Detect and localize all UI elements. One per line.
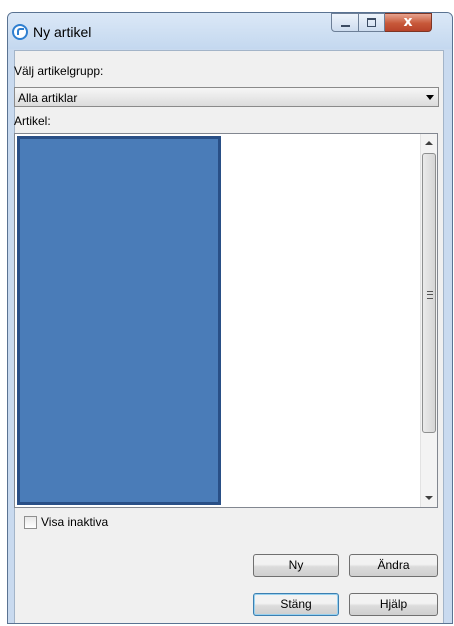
group-dropdown[interactable]: Alla artiklar — [14, 87, 439, 107]
dropdown-arrow-icon — [426, 95, 434, 100]
scroll-thumb[interactable] — [422, 153, 436, 433]
new-button[interactable]: Ny — [253, 554, 339, 577]
show-inactive-checkbox[interactable] — [24, 516, 37, 529]
edit-button[interactable]: Ändra — [349, 554, 438, 577]
maximize-icon[interactable] — [359, 13, 385, 32]
close-button[interactable]: Stäng — [253, 593, 339, 616]
grip-icon — [427, 291, 433, 299]
help-button[interactable]: Hjälp — [349, 593, 438, 616]
scroll-up-icon[interactable] — [425, 141, 433, 145]
title-bar[interactable]: Ny artikel x — [8, 13, 452, 49]
list-scrollbar[interactable] — [420, 134, 437, 507]
close-glyph: x — [403, 14, 413, 30]
scroll-down-icon[interactable] — [425, 496, 433, 500]
close-icon[interactable]: x — [385, 13, 432, 32]
show-inactive-label[interactable]: Visa inaktiva — [41, 515, 108, 529]
group-dropdown-value: Alla artiklar — [18, 91, 78, 105]
article-label: Artikel: — [14, 114, 51, 128]
selected-article-highlight[interactable] — [17, 136, 221, 505]
group-label: Välj artikelgrupp: — [14, 64, 104, 78]
minimize-icon[interactable] — [331, 13, 359, 32]
caption-buttons: x — [331, 13, 432, 33]
article-list[interactable] — [14, 133, 438, 508]
window-title: Ny artikel — [33, 24, 92, 40]
app-logo-icon — [12, 24, 28, 40]
